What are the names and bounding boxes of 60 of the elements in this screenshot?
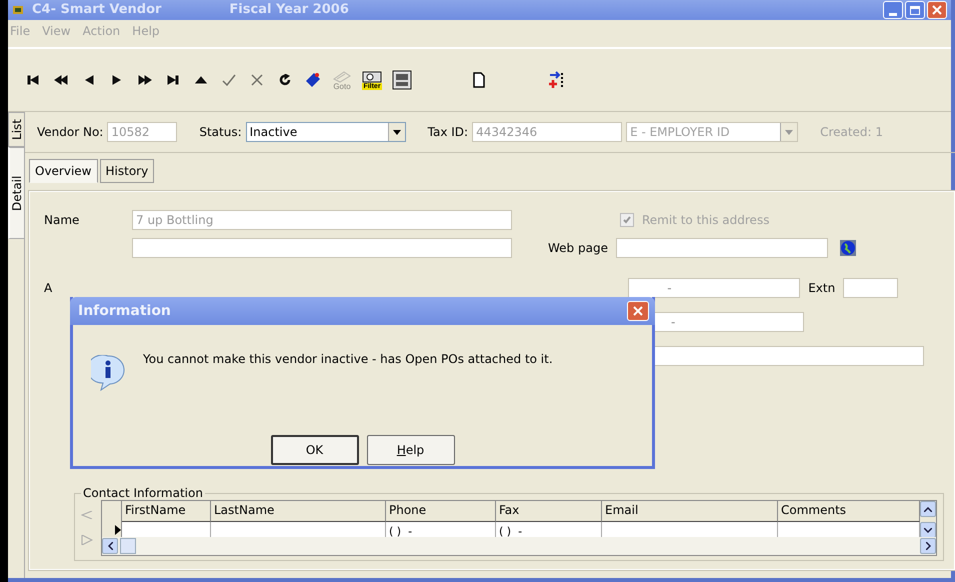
checkmark-icon [622, 215, 632, 225]
scroll-right-button[interactable] [920, 538, 936, 554]
scroll-down-button[interactable] [920, 522, 936, 537]
app-icon [12, 5, 24, 15]
minimize-button[interactable] [883, 1, 903, 19]
remit-label: Remit to this address [642, 213, 770, 227]
web-page-field[interactable] [616, 238, 828, 258]
right-triangle-icon [112, 75, 122, 85]
insert-icon [549, 71, 565, 89]
globe-icon [840, 240, 856, 256]
dialog-title: Information [78, 303, 171, 319]
side-tab[interactable]: Detail [8, 146, 24, 239]
fast-forward-icon [138, 75, 152, 85]
extn-field[interactable] [843, 278, 898, 298]
name-label: Name [44, 213, 80, 227]
remit-checkbox[interactable] [620, 213, 634, 227]
created-label: Created: 1 [820, 125, 884, 139]
close-icon [932, 5, 942, 15]
refresh-icon [279, 74, 291, 86]
tag-icon [304, 71, 322, 89]
phone-field[interactable]: - [628, 278, 800, 298]
address-field[interactable] [132, 238, 512, 258]
window-title: C4- Smart Vendor [32, 3, 162, 17]
up-triangle-icon [195, 75, 207, 85]
extn-label: Extn [808, 281, 836, 295]
dropdown-arrow-icon [785, 130, 794, 134]
web-page-label: Web page [548, 241, 608, 255]
maximize-button[interactable] [905, 1, 925, 19]
group-title: Contact Information [82, 486, 204, 500]
icon-caption: Goto [333, 82, 351, 90]
image-icon [392, 70, 412, 90]
tax-id-label: Tax ID: [428, 125, 468, 139]
tab[interactable]: Overview [29, 159, 98, 183]
goto-icon [332, 70, 352, 82]
scroll-left-button[interactable] [102, 538, 118, 554]
close-button[interactable] [927, 1, 947, 19]
filter-icon [362, 70, 382, 82]
tab[interactable]: History [100, 159, 154, 183]
status-dropdown[interactable]: Inactive [246, 122, 406, 142]
skip-to-end-icon [167, 75, 179, 85]
dialog-button[interactable]: Help [366, 435, 454, 465]
window-subtitle: Fiscal Year 2006 [229, 3, 349, 17]
left-triangle-icon [84, 75, 94, 85]
dialog-button[interactable]: OK [270, 435, 358, 465]
information-icon [91, 355, 125, 391]
cross-icon [251, 74, 263, 86]
document-icon [472, 72, 486, 88]
side-tab[interactable]: List [8, 112, 24, 147]
checkmark-icon [222, 74, 236, 86]
rewind-icon [54, 75, 68, 85]
vendor-no-label: Vendor No: [37, 125, 104, 139]
close-button[interactable] [627, 301, 649, 321]
status-label: Status: [199, 125, 242, 139]
scroll-up-button[interactable] [920, 501, 936, 517]
dialog-message: You cannot make this vendor inactive - has Open POs attached to it. [143, 352, 553, 366]
close-icon [633, 306, 643, 316]
dropdown-arrow-icon [392, 130, 401, 134]
address-label: A [44, 281, 52, 295]
skip-to-start-icon [27, 75, 39, 85]
scroll-thumb[interactable] [120, 538, 136, 554]
